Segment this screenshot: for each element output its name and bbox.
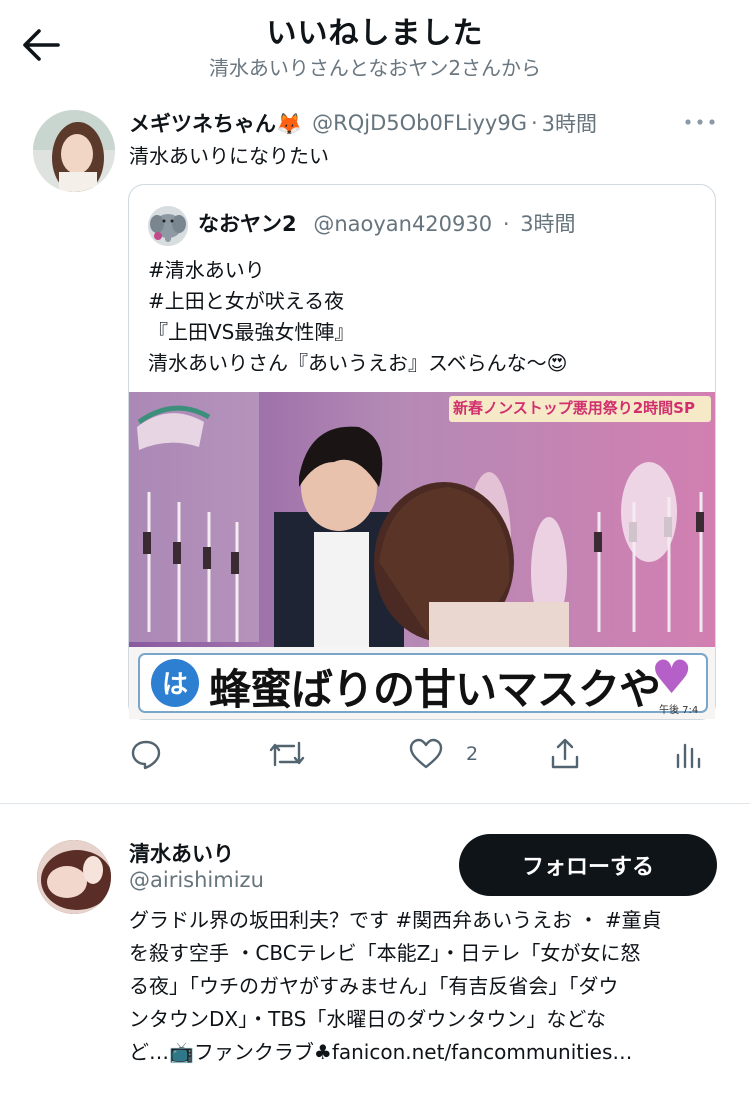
hashtag-link[interactable]: #上田と女が吠える夜 bbox=[148, 286, 567, 317]
page-title: いいねしました bbox=[266, 16, 484, 51]
bio-line: を殺す空手 ・CBCテレビ「本能Z」・日テレ「女が女に怒 bbox=[129, 941, 641, 965]
share-icon bbox=[551, 738, 579, 769]
retweet-icon bbox=[269, 741, 305, 767]
quote-avatar[interactable] bbox=[148, 206, 188, 246]
quote-text-line: 清水あいりさん『あいうえお』スベらんな〜😍 bbox=[148, 351, 568, 375]
tweet-handle[interactable]: @RQjD5Ob0FLiyy9G bbox=[312, 111, 527, 135]
tweet-media[interactable]: 新春ノンストップ悪用祭り2時間SP は 蜂蜜ばりの甘いマスクや ♥ 午後 7:4 bbox=[129, 392, 715, 719]
tweet-time[interactable]: 3時間 bbox=[542, 108, 597, 138]
user-avatar-image bbox=[37, 840, 111, 914]
quote-text: #清水あいり #上田と女が吠える夜 『上田VS最強女性陣』 清水あいりさん『あい… bbox=[148, 255, 567, 379]
tweet-header: メギツネちゃん🦊 @RQjD5Ob0FLiyy9G · 3時間 bbox=[129, 106, 719, 140]
media-corner-time: 午後 7:4 bbox=[659, 705, 699, 716]
hashtag-link[interactable]: #清水あいり bbox=[148, 255, 567, 286]
avatar-image bbox=[33, 110, 115, 192]
page-subtitle: 清水あいりさんとなおヤン2さんから bbox=[208, 56, 542, 80]
quote-text-line: 『上田VS最強女性陣』 bbox=[148, 320, 355, 344]
media-caption: 蜂蜜ばりの甘いマスクや bbox=[209, 665, 661, 714]
dot-separator: · bbox=[530, 111, 538, 135]
share-button[interactable] bbox=[548, 736, 582, 772]
more-button[interactable] bbox=[683, 112, 717, 132]
bio-line[interactable]: ど…📺ファンクラブ♣fanicon.net/fancommunities… bbox=[129, 1036, 721, 1069]
tweet-display-name[interactable]: メギツネちゃん🦊 bbox=[129, 108, 302, 138]
user-handle[interactable]: @airishimizu bbox=[129, 868, 264, 892]
follow-button[interactable]: フォローする bbox=[459, 834, 717, 896]
bio-line: る夜」「ウチのガヤがすみません」「有吉反省会」「ダウ bbox=[129, 974, 619, 998]
dot-separator: · bbox=[502, 212, 510, 236]
user-bio: グラドル界の坂田利夫？です #関西弁あいうえお ・ #童貞 を殺す空手 ・CBC… bbox=[129, 904, 721, 1069]
reply-icon bbox=[131, 740, 161, 770]
like-button[interactable]: 2 bbox=[408, 736, 478, 772]
avatar[interactable] bbox=[33, 110, 115, 192]
analytics-button[interactable] bbox=[670, 736, 704, 772]
divider bbox=[0, 803, 750, 804]
media-banner-text: 新春ノンストップ悪用祭り2時間SP bbox=[453, 399, 695, 417]
tweet-text: 清水あいりになりたい bbox=[129, 144, 329, 168]
bio-line: グラドル界の坂田利夫？です #関西弁あいうえお ・ #童貞 bbox=[129, 908, 662, 932]
heart-icon bbox=[409, 738, 443, 769]
elephant-avatar-image bbox=[148, 206, 188, 246]
retweet-button[interactable] bbox=[268, 736, 306, 772]
quote-display-name[interactable]: なおヤン2 bbox=[198, 212, 297, 236]
analytics-icon bbox=[676, 743, 701, 769]
media-caption-heart: ♥ bbox=[651, 650, 693, 704]
media-caption-badge: は bbox=[161, 670, 188, 700]
quote-time[interactable]: 3時間 bbox=[520, 212, 575, 236]
user-display-name[interactable]: 清水あいり bbox=[129, 838, 234, 868]
quote-handle[interactable]: @naoyan420930 bbox=[313, 212, 492, 236]
quote-header: なおヤン2 @naoyan420930 · 3時間 bbox=[198, 208, 576, 238]
like-count: 2 bbox=[466, 743, 479, 765]
more-dots-icon bbox=[685, 119, 715, 125]
user-avatar[interactable] bbox=[37, 840, 111, 914]
reply-button[interactable] bbox=[129, 736, 163, 772]
bio-line: ンタウンDX」・TBS「水曜日のダウンタウン」などな bbox=[129, 1007, 606, 1031]
